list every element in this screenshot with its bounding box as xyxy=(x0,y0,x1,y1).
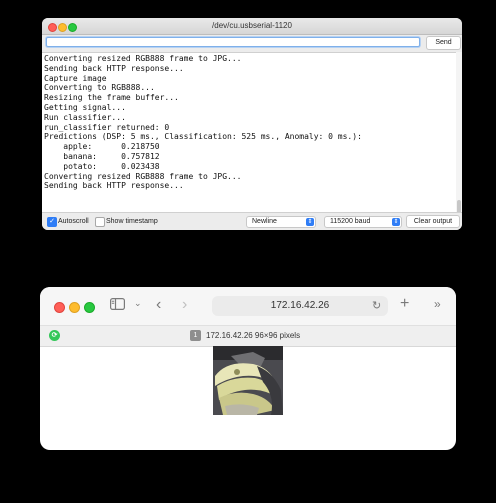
tab-overview-chevrons-icon[interactable]: » xyxy=(434,297,441,311)
select-arrows-icon: ⇕ xyxy=(392,218,400,226)
serial-output-line: Getting signal... xyxy=(44,103,126,112)
reload-icon[interactable]: ↻ xyxy=(372,299,381,312)
select-arrows-icon: ⇕ xyxy=(306,218,314,226)
autoscroll-label: Autoscroll xyxy=(58,218,89,225)
show-timestamp-label: Show timestamp xyxy=(106,218,158,225)
chevron-down-icon[interactable]: ⌄ xyxy=(134,298,142,309)
extension-icon[interactable]: ⟳ xyxy=(49,330,60,341)
autoscroll-checkbox[interactable]: ✓ xyxy=(47,217,57,227)
minimize-window-button[interactable] xyxy=(69,302,80,313)
address-bar[interactable]: 172.16.42.26 ↻ xyxy=(212,296,388,316)
serial-output-line: banana: 0.757812 xyxy=(44,152,160,161)
browser-toolbar: ⌄ ‹ › 172.16.42.26 ↻ + » xyxy=(40,287,456,325)
send-button[interactable]: Send xyxy=(426,36,461,50)
serial-output-line: Predictions (DSP: 5 ms., Classification:… xyxy=(44,132,362,142)
serial-output-line: Run classifier... xyxy=(44,112,126,122)
new-tab-icon[interactable]: + xyxy=(400,295,409,313)
serial-output-line: Sending back HTTP response... xyxy=(44,63,184,73)
serial-output-line: Sending back HTTP response... xyxy=(44,181,184,191)
vertical-scrollbar[interactable] xyxy=(456,52,462,222)
serial-options-bar: ✓ Autoscroll Show timestamp Newline ⇕ 11… xyxy=(42,212,462,230)
serial-output-line: Resizing the frame buffer... xyxy=(44,93,179,103)
window-title: /dev/cu.usbserial-1120 xyxy=(212,21,292,30)
line-ending-select[interactable]: Newline ⇕ xyxy=(246,216,316,228)
browser-window: ⌄ ‹ › 172.16.42.26 ↻ + » ⟳ 1 172.16.42.2… xyxy=(40,287,456,450)
camera-image xyxy=(213,346,283,415)
serial-output-line: run_classifier returned: 0 xyxy=(44,122,170,132)
url-text: 172.16.42.26 xyxy=(270,300,330,311)
serial-output-line: Capture image xyxy=(44,73,107,83)
close-window-button[interactable] xyxy=(54,302,65,313)
show-timestamp-checkbox[interactable] xyxy=(95,217,105,227)
title-bar: /dev/cu.usbserial-1120 xyxy=(42,18,462,35)
line-ending-value: Newline xyxy=(252,218,277,225)
serial-output-line: Converting to RGB888... xyxy=(44,83,155,93)
forward-arrow-icon[interactable]: › xyxy=(182,296,187,314)
tab-bar: ⟳ 1 172.16.42.26 96×96 pixels xyxy=(40,325,456,347)
clear-output-button[interactable]: Clear output xyxy=(406,215,460,228)
serial-output-line: Converting resized RGB888 frame to JPG..… xyxy=(44,171,242,181)
tab-count-badge: 1 xyxy=(190,330,201,341)
back-arrow-icon[interactable]: ‹ xyxy=(156,296,161,314)
serial-output[interactable]: Converting resized RGB888 frame to JPG..… xyxy=(42,52,456,223)
baud-rate-select[interactable]: 115200 baud ⇕ xyxy=(324,216,402,228)
serial-output-line: potato: 0.023438 xyxy=(44,161,160,171)
serial-output-line: Converting resized RGB888 frame to JPG..… xyxy=(44,54,242,63)
tab-title[interactable]: 172.16.42.26 96×96 pixels xyxy=(206,330,300,341)
serial-monitor-window: /dev/cu.usbserial-1120 Send Converting r… xyxy=(42,18,462,230)
baud-rate-value: 115200 baud xyxy=(330,218,371,225)
send-input[interactable] xyxy=(46,37,420,47)
sidebar-icon[interactable] xyxy=(110,298,126,313)
serial-output-line: apple: 0.218750 xyxy=(44,142,160,152)
zoom-window-button[interactable] xyxy=(84,302,95,313)
